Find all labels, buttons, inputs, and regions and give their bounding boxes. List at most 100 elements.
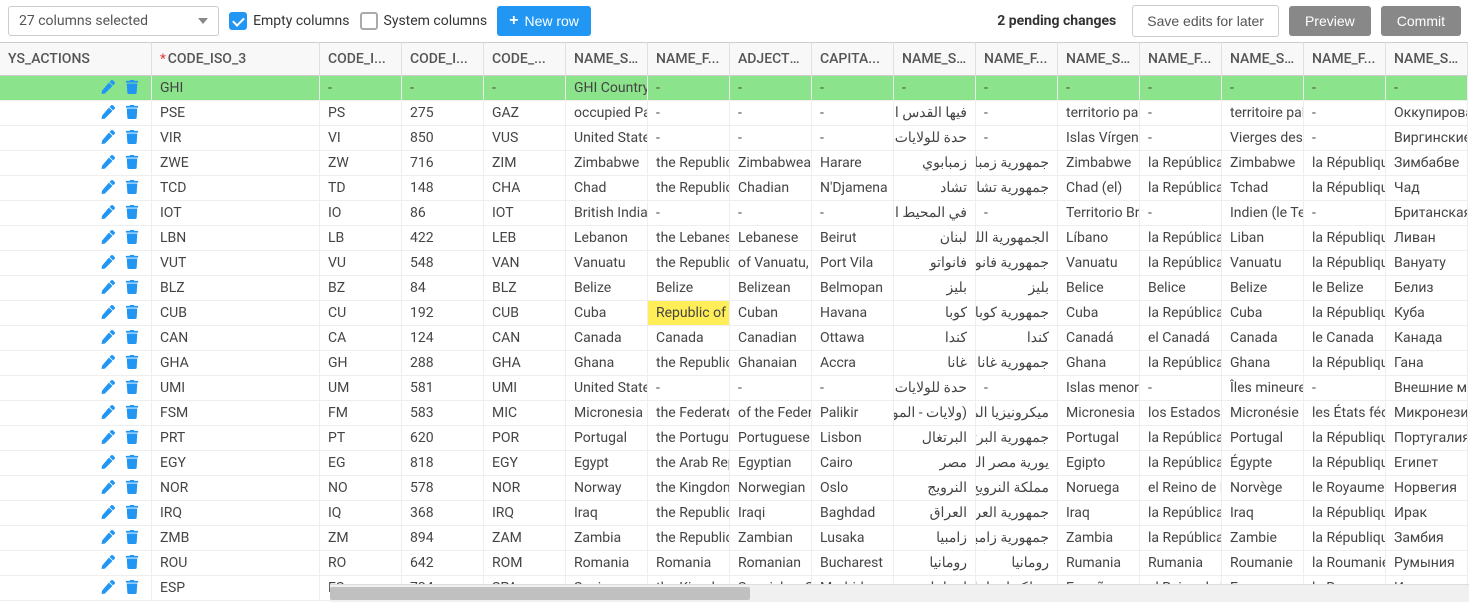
data-cell[interactable]: la République: [1304, 526, 1386, 551]
new-row-button[interactable]: + New row: [497, 6, 591, 36]
data-cell[interactable]: كندا: [976, 326, 1058, 351]
data-cell[interactable]: في المحيط الهندي: [894, 201, 976, 226]
data-cell[interactable]: the Republic: [648, 526, 730, 551]
data-cell[interactable]: -: [1140, 101, 1222, 126]
data-cell[interactable]: Romania: [566, 551, 648, 576]
data-cell[interactable]: حدة للولايات المتحدة: [894, 376, 976, 401]
edit-icon[interactable]: [101, 130, 117, 146]
data-cell[interactable]: UM: [320, 376, 402, 401]
data-cell[interactable]: Micronesia (E: [1058, 401, 1140, 426]
data-cell[interactable]: la République: [1304, 176, 1386, 201]
data-cell[interactable]: -: [1304, 201, 1386, 226]
data-cell[interactable]: Micronésie (É: [1222, 401, 1304, 426]
data-cell[interactable]: Zambian: [730, 526, 812, 551]
data-cell[interactable]: PT: [320, 426, 402, 451]
data-cell[interactable]: -: [648, 376, 730, 401]
data-cell[interactable]: 124: [402, 326, 484, 351]
column-header[interactable]: ADJECTI...: [730, 42, 812, 76]
data-cell[interactable]: PRT: [152, 426, 320, 451]
data-cell[interactable]: كندا: [894, 326, 976, 351]
system-columns-checkbox[interactable]: [360, 12, 378, 30]
data-cell[interactable]: Lusaka: [812, 526, 894, 551]
data-cell[interactable]: -: [1140, 201, 1222, 226]
data-cell[interactable]: -: [1386, 76, 1468, 101]
data-cell[interactable]: la République: [1304, 351, 1386, 376]
data-cell[interactable]: ROU: [152, 551, 320, 576]
edit-icon[interactable]: [101, 580, 117, 596]
data-cell[interactable]: el Canadá: [1140, 326, 1222, 351]
data-cell[interactable]: 192: [402, 301, 484, 326]
edit-icon[interactable]: [101, 180, 117, 196]
data-cell[interactable]: Belice: [1058, 276, 1140, 301]
data-cell[interactable]: les États fédé: [1304, 401, 1386, 426]
data-cell[interactable]: 716: [402, 151, 484, 176]
column-header[interactable]: NAME_F...: [1304, 42, 1386, 76]
edit-icon[interactable]: [101, 480, 117, 496]
data-cell[interactable]: LB: [320, 226, 402, 251]
trash-icon[interactable]: [125, 430, 141, 446]
data-cell[interactable]: Beirut: [812, 226, 894, 251]
edit-icon[interactable]: [101, 80, 117, 96]
data-cell[interactable]: CAN: [152, 326, 320, 351]
data-cell[interactable]: VUT: [152, 251, 320, 276]
data-cell[interactable]: los Estados F: [1140, 401, 1222, 426]
data-cell[interactable]: la République: [1304, 501, 1386, 526]
data-cell[interactable]: the Republic: [648, 251, 730, 276]
data-cell[interactable]: Микронезия: [1386, 401, 1468, 426]
data-cell[interactable]: Португалия: [1386, 426, 1468, 451]
data-cell[interactable]: le Belize: [1304, 276, 1386, 301]
data-cell[interactable]: Ghanaian: [730, 351, 812, 376]
data-cell[interactable]: Чад: [1386, 176, 1468, 201]
data-cell[interactable]: CHA: [484, 176, 566, 201]
data-cell[interactable]: -: [1304, 376, 1386, 401]
data-cell[interactable]: -: [1304, 101, 1386, 126]
data-cell[interactable]: 620: [402, 426, 484, 451]
data-cell[interactable]: GHI: [152, 76, 320, 101]
data-cell[interactable]: يورية مصر العربية: [976, 451, 1058, 476]
data-cell[interactable]: -: [320, 76, 402, 101]
data-cell[interactable]: EGY: [484, 451, 566, 476]
data-cell[interactable]: NOR: [152, 476, 320, 501]
data-cell[interactable]: NO: [320, 476, 402, 501]
data-cell[interactable]: -: [648, 76, 730, 101]
data-cell[interactable]: ZAM: [484, 526, 566, 551]
data-cell[interactable]: territoire pale: [1222, 101, 1304, 126]
data-cell[interactable]: جمهورية زامبيا: [976, 526, 1058, 551]
data-cell[interactable]: -: [1140, 126, 1222, 151]
data-cell[interactable]: CAN: [484, 326, 566, 351]
data-cell[interactable]: RO: [320, 551, 402, 576]
data-cell[interactable]: العراق: [894, 501, 976, 526]
data-cell[interactable]: زمبابوي: [894, 151, 976, 176]
data-cell[interactable]: Îles mineures: [1222, 376, 1304, 401]
trash-icon[interactable]: [125, 580, 141, 596]
trash-icon[interactable]: [125, 155, 141, 171]
data-cell[interactable]: the Republic: [648, 501, 730, 526]
data-cell[interactable]: la República A: [1140, 451, 1222, 476]
data-cell[interactable]: UMI: [484, 376, 566, 401]
trash-icon[interactable]: [125, 555, 141, 571]
data-cell[interactable]: EGY: [152, 451, 320, 476]
column-header[interactable]: NAME_S...: [1058, 42, 1140, 76]
data-cell[interactable]: بليز: [976, 276, 1058, 301]
data-cell[interactable]: Ливан: [1386, 226, 1468, 251]
data-cell[interactable]: 578: [402, 476, 484, 501]
data-cell[interactable]: the Republic: [648, 151, 730, 176]
data-cell[interactable]: la República c: [1140, 526, 1222, 551]
data-cell[interactable]: Micronesia (F: [566, 401, 648, 426]
data-cell[interactable]: UMI: [152, 376, 320, 401]
data-cell[interactable]: -: [976, 101, 1058, 126]
data-cell[interactable]: GHA: [484, 351, 566, 376]
data-cell[interactable]: -: [730, 101, 812, 126]
data-cell[interactable]: 84: [402, 276, 484, 301]
data-cell[interactable]: Внешние ма: [1386, 376, 1468, 401]
save-edits-button[interactable]: Save edits for later: [1132, 5, 1279, 37]
column-header[interactable]: NAME_S...: [894, 42, 976, 76]
data-cell[interactable]: زامبيا: [894, 526, 976, 551]
data-cell[interactable]: كوبا: [894, 301, 976, 326]
data-cell[interactable]: the Portugues: [648, 426, 730, 451]
trash-icon[interactable]: [125, 505, 141, 521]
data-cell[interactable]: Oslo: [812, 476, 894, 501]
data-cell[interactable]: -: [976, 201, 1058, 226]
data-cell[interactable]: Norwegian: [730, 476, 812, 501]
data-cell[interactable]: 275: [402, 101, 484, 126]
